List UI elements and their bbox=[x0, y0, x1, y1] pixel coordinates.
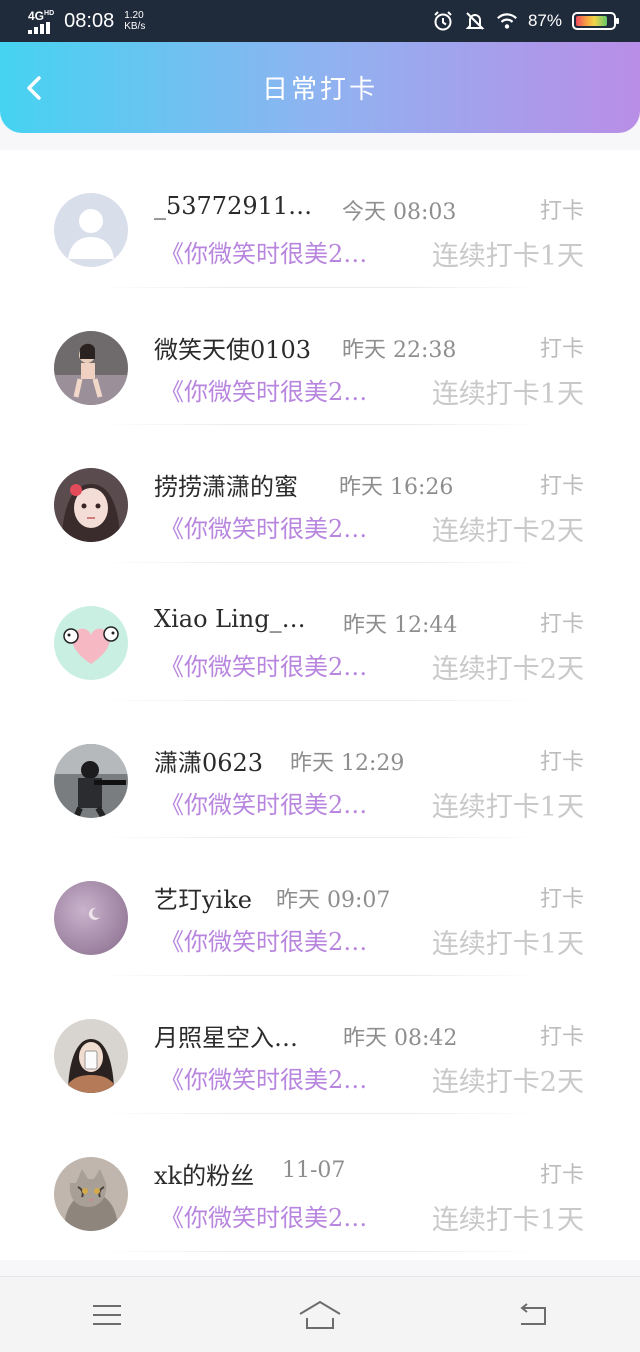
checkin-time: 昨天 12:29 bbox=[290, 750, 405, 776]
checkin-time: 昨天 09:07 bbox=[276, 888, 391, 914]
status-bar-left: 4GHD 08:08 1.20 KB/s bbox=[28, 8, 145, 34]
streak-days: 连续打卡1天 bbox=[431, 791, 584, 823]
checkin-tag: 打卡 bbox=[539, 336, 584, 362]
user-name: Xiao Ling_… bbox=[154, 605, 306, 634]
back-button[interactable] bbox=[20, 74, 48, 102]
checkin-tag: 打卡 bbox=[539, 749, 584, 775]
checkin-record[interactable]: 月照星空入… 昨天 08:42 打卡《你微笑时很美2… 连续打卡2天 bbox=[0, 976, 640, 1114]
user-name: 潇潇0623 bbox=[154, 748, 264, 777]
divider bbox=[100, 1250, 540, 1252]
checkin-record[interactable]: _53772911… 今天 08:03 打卡《你微笑时很美2… 连续打卡1天 bbox=[0, 150, 640, 288]
checkin-time: 今天 08:03 bbox=[342, 200, 457, 225]
home-button[interactable] bbox=[290, 1295, 350, 1335]
book-title-link[interactable]: 《你微笑时很美2… bbox=[160, 1060, 367, 1095]
network-hd: HD bbox=[44, 10, 55, 17]
avatar[interactable] bbox=[54, 606, 128, 681]
checkin-time: 昨天 12:44 bbox=[343, 613, 458, 639]
checkin-record[interactable]: Xiao Ling_… 昨天 12:44 打卡《你微笑时很美2… 连续打卡2天 bbox=[0, 563, 640, 701]
book-title-link[interactable]: 《你微笑时很美2… bbox=[160, 234, 367, 269]
checkin-tag: 打卡 bbox=[539, 887, 584, 913]
clock: 08:08 bbox=[64, 9, 115, 32]
checkin-record[interactable]: 捞捞潇潇的蜜 昨天 16:26 打卡《你微笑时很美2… 连续打卡2天 bbox=[0, 425, 640, 564]
menu-button[interactable] bbox=[77, 1295, 137, 1335]
user-name: 微笑天使0103 bbox=[154, 335, 312, 364]
home-icon bbox=[299, 1300, 341, 1329]
streak-days: 连续打卡2天 bbox=[431, 516, 584, 548]
book-title-link[interactable]: 《你微笑时很美2… bbox=[160, 785, 367, 820]
avatar[interactable] bbox=[54, 193, 128, 267]
book-title-link[interactable]: 《你微笑时很美2… bbox=[160, 922, 367, 957]
checkin-time: 11-07 bbox=[282, 1157, 346, 1183]
battery-level bbox=[576, 16, 608, 26]
app-header: 日常打卡 bbox=[0, 42, 640, 133]
alarm-icon bbox=[432, 10, 454, 32]
avatar[interactable] bbox=[54, 330, 128, 405]
streak-days: 连续打卡2天 bbox=[431, 1067, 584, 1099]
chevron-left-icon bbox=[27, 76, 41, 100]
streak-days: 连续打卡1天 bbox=[431, 929, 584, 961]
checkin-time: 昨天 16:26 bbox=[339, 475, 454, 501]
checkin-tag: 打卡 bbox=[539, 199, 584, 224]
page-title: 日常打卡 bbox=[261, 75, 378, 105]
checkin-tag: 打卡 bbox=[539, 612, 584, 638]
battery-icon bbox=[572, 12, 619, 30]
checkin-record[interactable]: 微笑天使0103 昨天 22:38 打卡《你微笑时很美2… 连续打卡1天 bbox=[0, 288, 640, 426]
book-title-link[interactable]: 《你微笑时很美2… bbox=[160, 509, 367, 544]
status-bar-right: 87% bbox=[432, 10, 619, 32]
back-nav-button[interactable] bbox=[503, 1295, 563, 1335]
menu-icon bbox=[92, 1304, 121, 1325]
wifi-icon bbox=[496, 10, 518, 32]
streak-days: 连续打卡1天 bbox=[431, 1204, 584, 1236]
checkin-time: 昨天 22:38 bbox=[342, 337, 457, 363]
checkin-record[interactable]: xk的粉丝 11-07 打卡《你微笑时很美2… 连续打卡1天 bbox=[0, 1114, 640, 1252]
checkin-tag: 打卡 bbox=[539, 1162, 584, 1188]
network-indicator: 4GHD bbox=[28, 8, 54, 34]
network-type: 4G bbox=[28, 9, 45, 23]
mute-bell-icon bbox=[464, 10, 486, 32]
checkin-time: 昨天 08:42 bbox=[343, 1026, 458, 1052]
book-title-link[interactable]: 《你微笑时很美2… bbox=[160, 1198, 367, 1233]
user-name: 月照星空入… bbox=[154, 1024, 298, 1053]
back-icon bbox=[520, 1302, 547, 1325]
checkin-tag: 打卡 bbox=[539, 474, 584, 500]
streak-days: 连续打卡1天 bbox=[431, 378, 584, 410]
checkin-record[interactable]: 艺玎yike 昨天 09:07 打卡《你微笑时很美2… 连续打卡1天 bbox=[0, 838, 640, 977]
user-name: _53772911… bbox=[154, 192, 313, 220]
status-bar: 4GHD 08:08 1.20 KB/s 87% bbox=[0, 0, 640, 42]
user-name: 艺玎yike bbox=[154, 886, 252, 915]
user-name: 捞捞潇潇的蜜 bbox=[154, 473, 298, 502]
avatar[interactable] bbox=[54, 743, 128, 818]
avatar[interactable] bbox=[54, 468, 128, 543]
speed-value: 1.20 bbox=[124, 10, 144, 21]
signal-icon bbox=[28, 22, 50, 34]
book-title-link[interactable]: 《你微笑时很美2… bbox=[160, 372, 367, 407]
battery-percent: 87% bbox=[527, 11, 562, 30]
streak-days: 连续打卡2天 bbox=[431, 654, 584, 686]
book-title-link[interactable]: 《你微笑时很美2… bbox=[160, 647, 367, 682]
system-nav-bar bbox=[0, 1276, 640, 1352]
user-name: xk的粉丝 bbox=[154, 1161, 255, 1190]
network-speed: 1.20 KB/s bbox=[124, 10, 145, 32]
speed-unit: KB/s bbox=[124, 21, 146, 32]
streak-days: 连续打卡1天 bbox=[431, 241, 584, 272]
avatar[interactable] bbox=[54, 1019, 128, 1094]
avatar[interactable] bbox=[54, 881, 128, 956]
checkin-list: _53772911… 今天 08:03 打卡 《你微笑时很美2… 连续打卡1天 微笑天使0… bbox=[0, 150, 640, 1260]
avatar[interactable] bbox=[54, 1156, 128, 1231]
checkin-record[interactable]: 潇潇0623 昨天 12:29 打卡《你微笑时很美2… 连续打卡1天 bbox=[0, 701, 640, 839]
checkin-tag: 打卡 bbox=[539, 1025, 584, 1051]
